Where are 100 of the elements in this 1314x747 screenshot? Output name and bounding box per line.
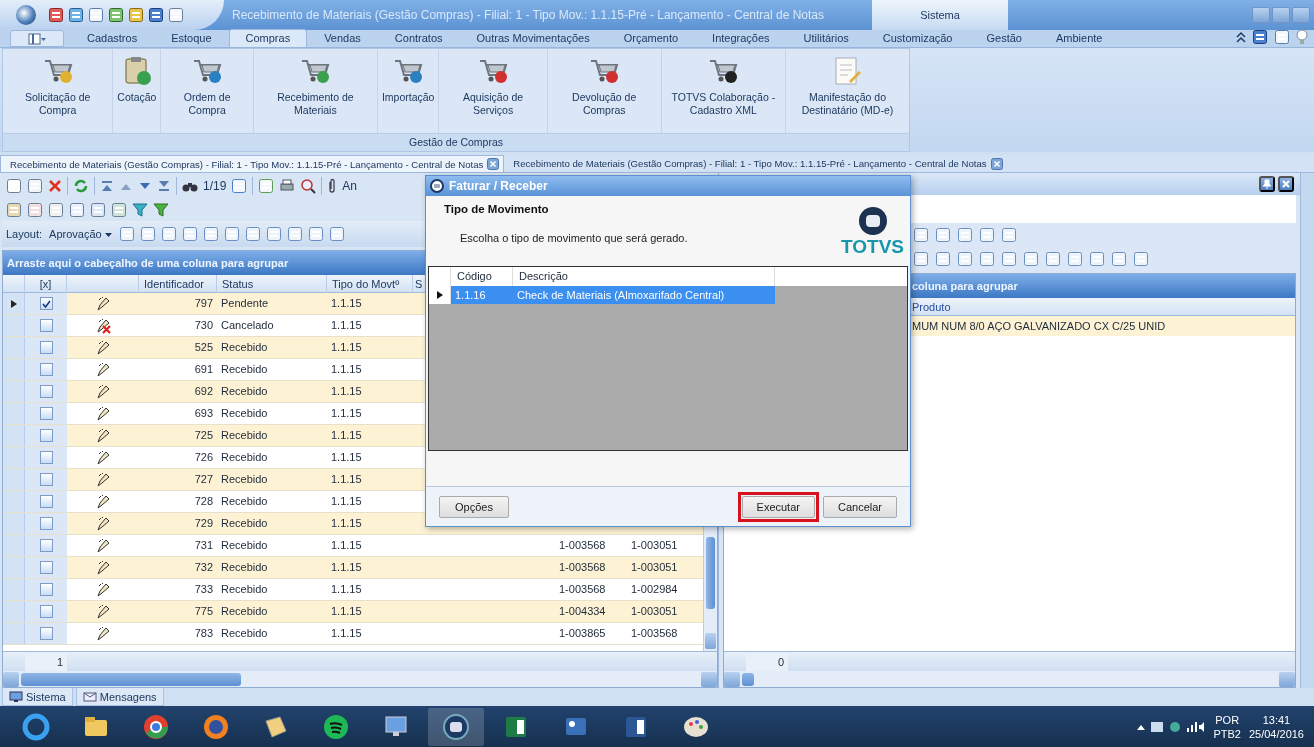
table-cell-text: Recebido	[220, 516, 269, 531]
ribbon-group-label: Gestão de Compras	[3, 133, 909, 151]
checkbox[interactable]	[39, 407, 53, 420]
table-cell-text: 729	[193, 516, 214, 531]
refresh-icon[interactable]	[73, 178, 89, 194]
lightbulb-icon[interactable]	[1296, 29, 1308, 45]
menu-tab[interactable]: Outras Movimentações	[459, 29, 607, 47]
dialog-title: Faturar / Receber	[449, 179, 548, 193]
checkbox[interactable]	[39, 385, 53, 398]
app-orb-icon	[430, 179, 444, 193]
document-tab[interactable]: Recebimento de Materiais (Gestão Compras) - Filial: 1 - Tipo Mov.: 1.1.15-Pré - Lançamento - Central de Notas	[504, 155, 1007, 172]
page-counter: 1/19	[203, 179, 227, 193]
table-cell-text: 731	[193, 538, 214, 553]
close-icon[interactable]	[990, 157, 1003, 170]
menu-tab[interactable]: Utilitários	[786, 29, 866, 47]
horizontal-scrollbar[interactable]	[724, 671, 1295, 687]
close-icon[interactable]	[487, 158, 500, 170]
menu-tab[interactable]: Customização	[865, 29, 970, 47]
menu-tab[interactable]: Gestão	[969, 29, 1039, 47]
row-pointer-icon	[10, 299, 17, 308]
checkbox[interactable]	[39, 627, 53, 640]
status-tab[interactable]: Sistema	[2, 688, 73, 706]
checkbox[interactable]	[39, 473, 53, 486]
table-cell-text: 1.1.15	[330, 538, 363, 553]
menu-tab[interactable]: Compras	[228, 29, 308, 47]
table-cell-text: 1-003865	[558, 626, 607, 641]
checkbox[interactable]	[39, 319, 53, 332]
checkbox[interactable]	[39, 341, 53, 354]
close-button[interactable]	[1278, 176, 1294, 192]
checkbox[interactable]	[39, 363, 53, 376]
table-cell-text: 1.1.15	[330, 318, 363, 333]
window-title: Recebimento de Materiais (Gestão Compras) - Filial: 1 - Tipo Mov.: 1.1.15-Pré - Lançamento - Central de Notas	[232, 8, 826, 22]
first-icon[interactable]	[100, 180, 114, 192]
checkbox[interactable]	[39, 517, 53, 530]
table-cell-text: 725	[193, 428, 214, 443]
table-cell-text: 693	[193, 406, 214, 421]
menu-tab[interactable]: Cadastros	[70, 29, 155, 47]
zoom-icon[interactable]	[300, 178, 317, 194]
dialog-heading: Tipo de Movimento	[444, 203, 550, 215]
pin-icon	[1262, 179, 1272, 189]
table-cell-text: 1.1.15	[330, 516, 363, 531]
checkbox[interactable]	[39, 561, 53, 574]
checkbox[interactable]	[39, 297, 53, 310]
app-orb-icon[interactable]	[16, 5, 36, 25]
table-cell-text: 1.1.15	[330, 362, 363, 377]
checkbox[interactable]	[39, 429, 53, 442]
table-cell-text: Cancelado	[220, 318, 275, 333]
tray-icons[interactable]	[1135, 719, 1206, 734]
menu-tab[interactable]: Estoque	[154, 29, 229, 47]
minimize-button[interactable]	[1252, 7, 1270, 23]
menu-tab[interactable]: Ambiente	[1038, 29, 1120, 47]
restore-button[interactable]	[1272, 7, 1290, 23]
table-cell-text: 730	[193, 318, 214, 333]
table-cell-text: 797	[193, 296, 214, 311]
checkbox[interactable]	[39, 451, 53, 464]
table-cell-text: Recebido	[220, 538, 269, 553]
menu-tab[interactable]: Vendas	[307, 29, 378, 47]
table-cell-text: 1.1.15	[330, 626, 363, 641]
pin-button[interactable]	[1259, 176, 1275, 192]
document-tab[interactable]: Recebimento de Materiais (Gestão Compras) - Filial: 1 - Tipo Mov.: 1.1.15-Pré - Lançamento - Central de Notas	[0, 155, 505, 172]
checkbox[interactable]	[39, 539, 53, 552]
row-count: 0	[746, 652, 788, 671]
table-cell-text: 1.1.15	[330, 340, 363, 355]
menu-tab[interactable]: Orçamento	[606, 29, 696, 47]
table-cell-text: Recebido	[220, 582, 269, 597]
table-cell-text: 733	[193, 582, 214, 597]
ribbon-button[interactable]: Manifestação do Destinatário (MD-e)	[785, 49, 909, 133]
delete-icon[interactable]	[48, 179, 62, 193]
paperclip-icon[interactable]	[327, 178, 338, 194]
dialog-button[interactable]: Opções	[439, 495, 509, 518]
table-cell-text: Recebido	[220, 340, 269, 355]
table-cell-text: Recebido	[220, 384, 269, 399]
menu-tab[interactable]: Integrações	[695, 29, 787, 47]
table-cell-text: 1-003051	[630, 538, 679, 553]
checkbox[interactable]	[39, 495, 53, 508]
taskbar-app-button[interactable]	[428, 707, 484, 746]
table-cell-text: 726	[193, 450, 214, 465]
layout-dropdown[interactable]: Aprovação	[47, 228, 114, 240]
table-cell-text: 1.1.15	[330, 406, 363, 421]
table-cell-text: 1-003051	[630, 604, 679, 619]
menu-tab[interactable]: Contratos	[377, 29, 460, 47]
row-count: 1	[25, 652, 67, 671]
checkbox[interactable]	[39, 605, 53, 618]
ribbon-button[interactable]: Cotação	[113, 49, 162, 133]
table-cell-text: 691	[193, 362, 214, 377]
row-selector[interactable]	[3, 293, 25, 314]
table-cell-text: 1-002984	[630, 582, 679, 597]
table-cell-text: 1-003568	[558, 538, 607, 553]
status-tab[interactable]: Mensagens	[75, 688, 164, 706]
table-cell-text: 1.1.15	[330, 604, 363, 619]
collapse-icon[interactable]	[1236, 31, 1246, 43]
last-icon[interactable]	[157, 180, 171, 192]
clock[interactable]: 13:41 25/04/2016	[1248, 712, 1304, 741]
dialog-button[interactable]: Cancelar	[822, 495, 897, 518]
dialog-button[interactable]: Executar	[741, 495, 815, 518]
checkbox[interactable]	[39, 583, 53, 596]
horizontal-scrollbar[interactable]	[3, 671, 717, 687]
app-menu-tab[interactable]	[10, 30, 64, 47]
language-indicator[interactable]: POR PTB2	[1213, 712, 1241, 741]
table-cell-text: Recebido	[220, 362, 269, 377]
